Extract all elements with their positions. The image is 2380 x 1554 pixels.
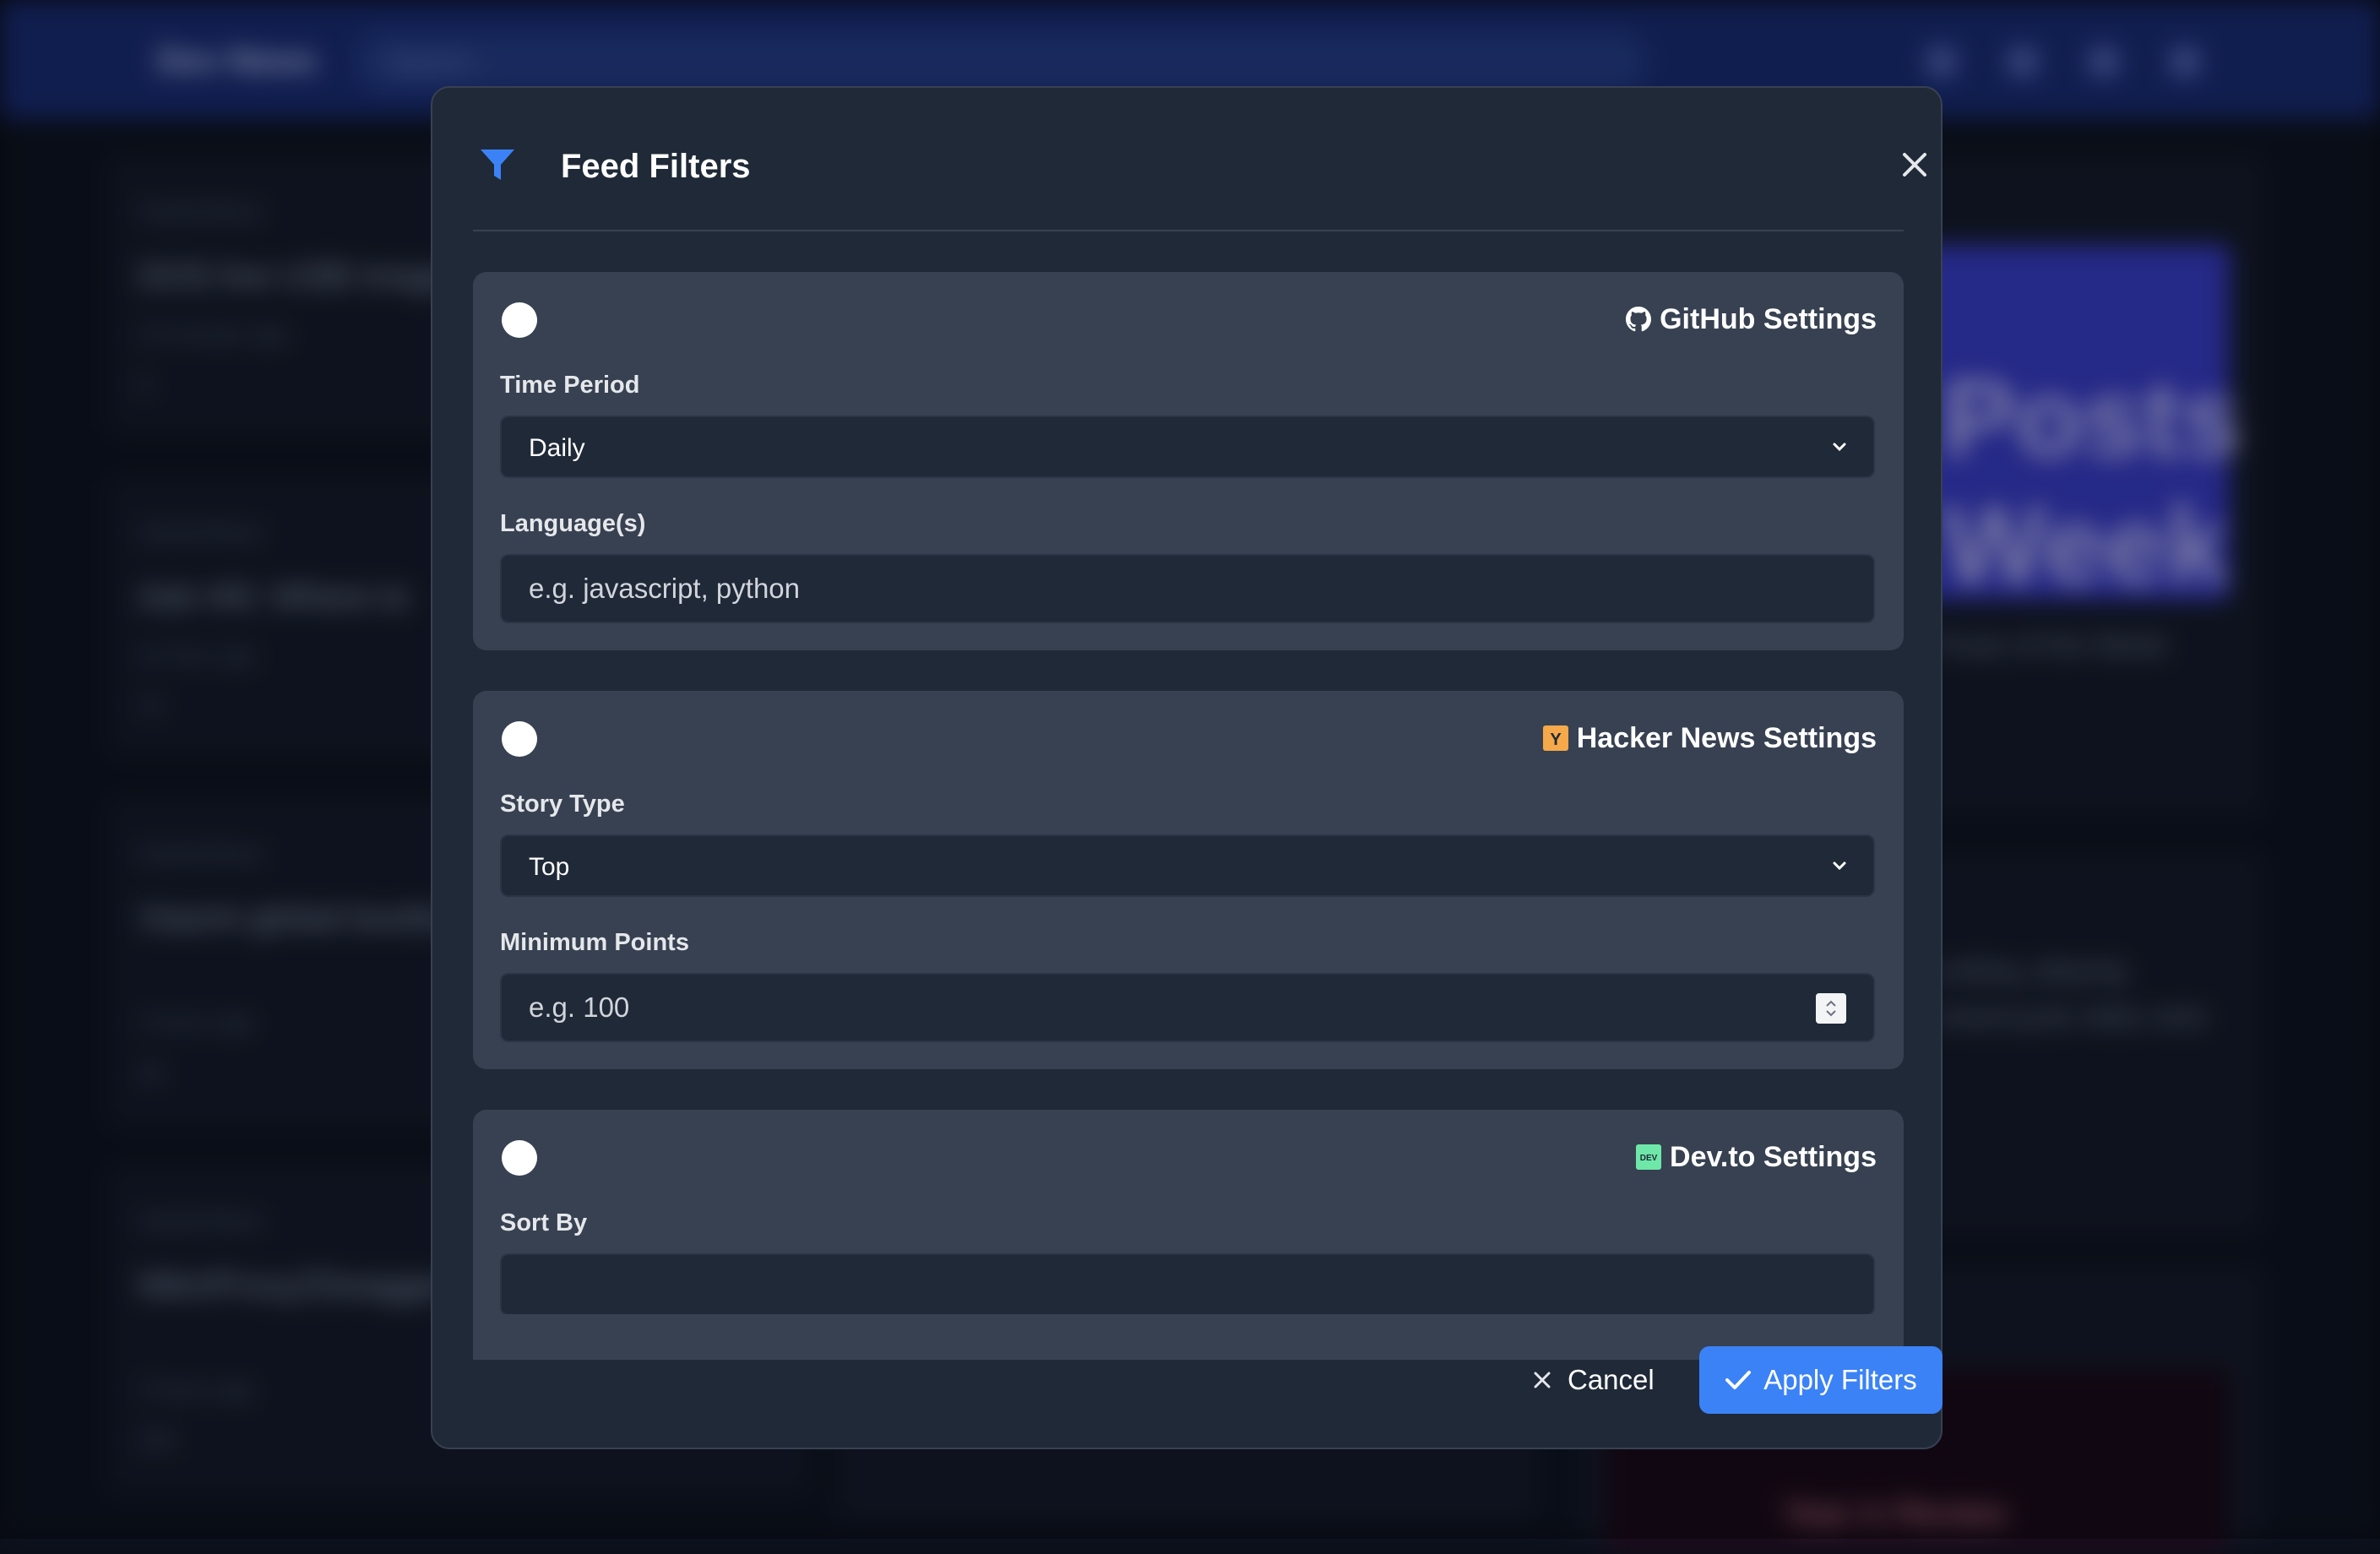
chevron-down-icon <box>1833 443 1846 452</box>
devto-icon: DEV <box>1636 1144 1662 1170</box>
story-type-value: Top <box>529 853 570 881</box>
sort-by-label: Sort By <box>500 1209 588 1236</box>
cancel-button[interactable]: Cancel <box>1532 1346 1676 1414</box>
chevron-down-icon <box>1833 861 1846 871</box>
modal-body[interactable]: GitHub Settings Time Period Daily Langua… <box>473 272 1904 1360</box>
story-type-label: Story Type <box>500 791 625 818</box>
minimum-points-field[interactable] <box>500 973 1875 1042</box>
close-icon[interactable] <box>1900 150 1929 179</box>
minimum-points-input[interactable] <box>529 975 1796 1041</box>
time-period-value: Daily <box>529 434 585 462</box>
languages-input[interactable] <box>529 556 1796 622</box>
hackernews-settings-section: Y Hacker News Settings Story Type Top Mi… <box>473 691 1904 1069</box>
devto-enable-toggle[interactable] <box>502 1140 537 1176</box>
section-title: Y Hacker News Settings <box>1542 720 1877 757</box>
section-title: GitHub Settings <box>1626 301 1877 338</box>
svg-text:Y: Y <box>1550 731 1562 749</box>
section-title: DEV Dev.to Settings <box>1636 1138 1877 1176</box>
modal-title: Feed Filters <box>561 148 751 185</box>
hackernews-enable-toggle[interactable] <box>502 721 537 757</box>
minimum-points-label: Minimum Points <box>500 929 689 956</box>
languages-field[interactable] <box>500 554 1875 623</box>
number-stepper-icon[interactable] <box>1816 993 1846 1024</box>
time-period-select[interactable]: Daily <box>500 416 1875 478</box>
apply-filters-button[interactable]: Apply Filters <box>1699 1346 1943 1414</box>
github-enable-toggle[interactable] <box>502 302 537 338</box>
hackernews-icon: Y <box>1542 725 1568 751</box>
feed-filters-modal: Feed Filters GitHub Settings Time Period… <box>431 86 1943 1449</box>
close-icon <box>1534 1372 1551 1388</box>
sort-by-select[interactable] <box>500 1253 1875 1316</box>
github-icon <box>1626 307 1652 332</box>
modal-footer: Cancel Apply Filters <box>473 1314 1943 1432</box>
funnel-icon <box>481 149 514 180</box>
github-settings-section: GitHub Settings Time Period Daily Langua… <box>473 272 1904 650</box>
languages-label: Language(s) <box>500 510 646 537</box>
time-period-label: Time Period <box>500 372 640 399</box>
story-type-select[interactable]: Top <box>500 834 1875 897</box>
svg-text:DEV: DEV <box>1640 1154 1658 1163</box>
checkmark-icon <box>1725 1371 1752 1389</box>
modal-header: Feed Filters <box>473 139 1926 231</box>
